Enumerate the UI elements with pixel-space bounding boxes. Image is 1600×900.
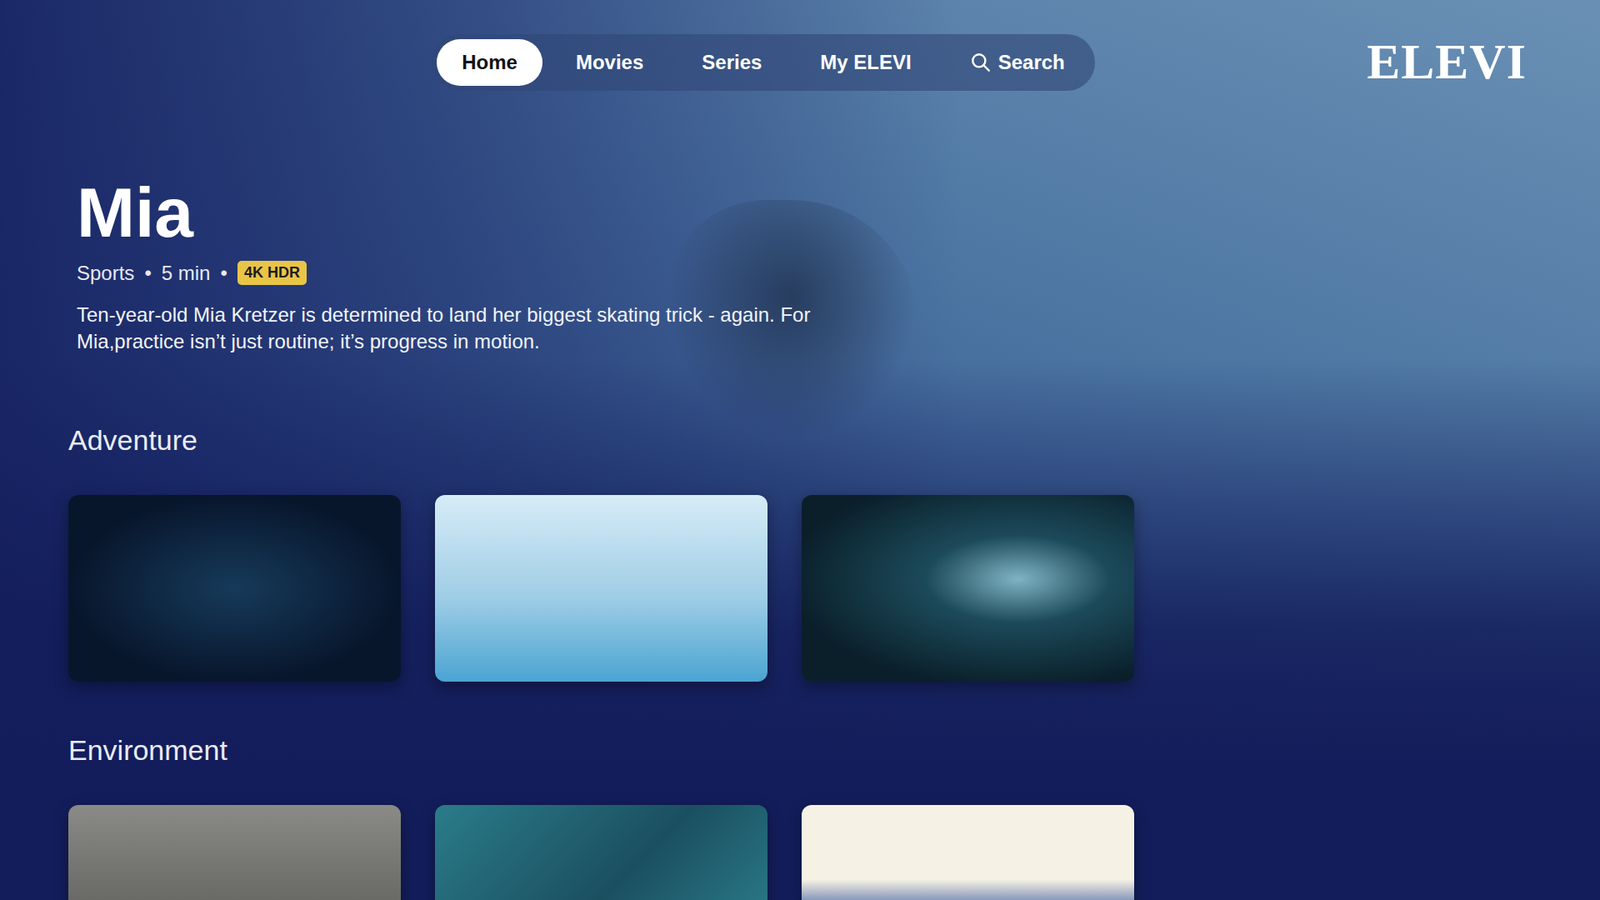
content-row: Environment xyxy=(0,733,1600,900)
nav-bar: HomeMoviesSeriesMy ELEVI Search xyxy=(431,34,1095,91)
content-card[interactable] xyxy=(801,495,1135,682)
hero-image xyxy=(0,0,1600,900)
row-title: Environment xyxy=(68,733,1600,767)
hero-meta: Sports • 5 min • 4K HDR xyxy=(76,260,1600,285)
content-card[interactable] xyxy=(435,495,768,682)
content-row: Adventure xyxy=(0,423,1600,682)
hero-description: Ten-year-old Mia Kretzer is determined t… xyxy=(76,301,827,355)
top-bar: HomeMoviesSeriesMy ELEVI Search ELEVI xyxy=(0,0,1600,91)
card-list xyxy=(68,495,1600,682)
content-card[interactable] xyxy=(68,805,401,900)
nav-tab[interactable]: Movies xyxy=(550,39,669,86)
screen: HomeMoviesSeriesMy ELEVI Search ELEVI Mi… xyxy=(0,0,1600,900)
search-icon xyxy=(970,51,992,74)
content-card[interactable] xyxy=(68,495,401,682)
hero-title: Mia xyxy=(76,174,1600,251)
genre: Sports xyxy=(76,261,135,285)
search-button[interactable]: Search xyxy=(945,39,1090,86)
row-title: Adventure xyxy=(68,423,1600,457)
content-card[interactable] xyxy=(801,805,1135,900)
quality-badge: 4K HDR xyxy=(237,260,307,285)
logo[interactable]: ELEVI xyxy=(1366,33,1527,91)
nav-tab[interactable]: Series xyxy=(676,39,787,86)
separator: • xyxy=(220,261,227,285)
separator: • xyxy=(144,261,151,285)
nav-tab[interactable]: Home xyxy=(436,39,543,86)
hero: Mia Sports • 5 min • 4K HDR Ten-year-old… xyxy=(0,90,1600,355)
nav-tab[interactable]: My ELEVI xyxy=(795,39,936,86)
card-list xyxy=(68,805,1600,900)
content-card[interactable] xyxy=(435,805,768,900)
duration: 5 min xyxy=(161,261,211,285)
